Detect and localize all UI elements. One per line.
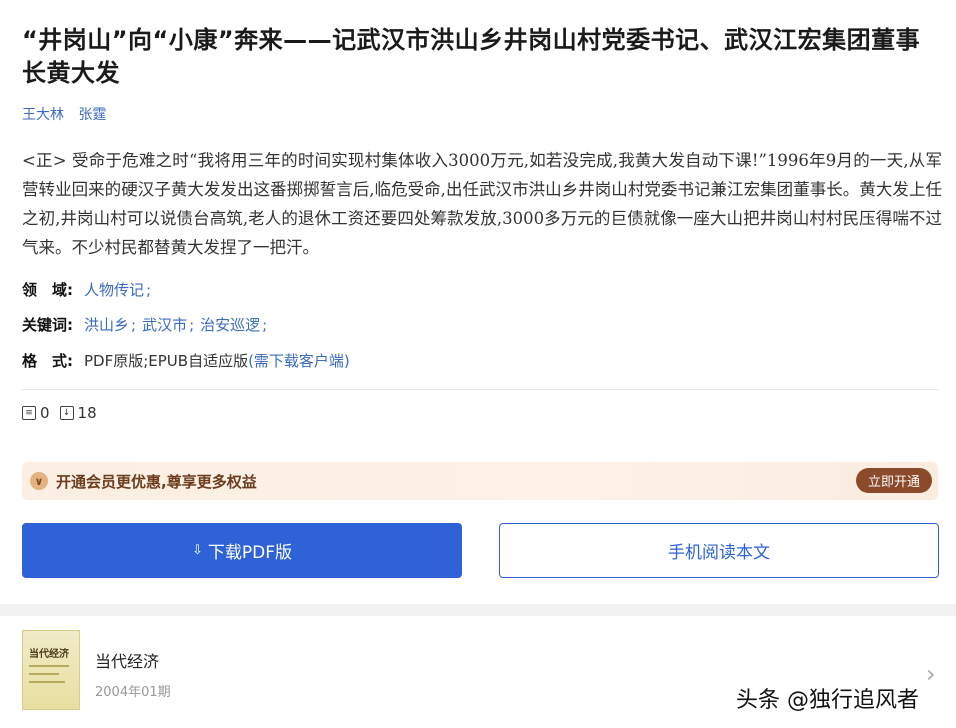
journal-cover-image[interactable]: 当代经济 xyxy=(22,630,80,710)
download-icon: ⇩ xyxy=(191,543,203,558)
divider xyxy=(22,389,938,390)
cover-decoration xyxy=(29,665,69,667)
download-pdf-label: 下载PDF版 xyxy=(207,543,293,563)
keywords-row: 关键词: 洪山乡; 武汉市; 治安巡逻; xyxy=(22,314,273,335)
domain-value-link[interactable]: 人物传记 xyxy=(84,279,144,300)
article-stats: ≡ 0 ↓ 18 xyxy=(22,404,107,422)
vip-promo-text: 开通会员更优惠,尊享更多权益 xyxy=(56,472,257,491)
journal-cover-title: 当代经济 xyxy=(29,649,69,660)
journal-issue: 2004年01期 xyxy=(95,685,171,700)
separator: ; xyxy=(146,280,152,299)
format-row: 格 式: PDF原版;EPUB自适应版 (需下载客户端) xyxy=(22,350,350,371)
client-download-link[interactable]: (需下载客户端) xyxy=(248,350,350,371)
cover-decoration xyxy=(29,673,59,675)
download-icon: ↓ xyxy=(59,406,74,420)
citation-icon: ≡ xyxy=(22,406,36,420)
keyword-link[interactable]: 武汉市 xyxy=(142,314,187,335)
separator: ; xyxy=(131,315,137,334)
keywords-label: 关键词: xyxy=(22,316,73,334)
separator: ; xyxy=(189,315,195,334)
section-separator xyxy=(0,604,956,616)
author-list: 王大林 张霆 xyxy=(22,104,116,124)
keyword-link[interactable]: 治安巡逻 xyxy=(200,314,260,335)
citation-stat: ≡ 0 xyxy=(22,404,50,422)
keyword-link[interactable]: 洪山乡 xyxy=(84,314,129,335)
format-label: 格 式: xyxy=(22,352,73,370)
article-abstract: <正> 受命于危难之时“我将用三年的时间实现村集体收入3000万元,如若没完成,… xyxy=(22,151,942,257)
domain-row: 领 域: 人物传记; xyxy=(22,279,157,300)
mobile-read-button[interactable]: 手机阅读本文 xyxy=(499,523,939,578)
domain-label: 领 域: xyxy=(22,281,73,299)
chevron-right-icon[interactable]: › xyxy=(926,660,936,688)
format-value: PDF原版;EPUB自适应版 xyxy=(84,352,249,370)
download-count: 18 xyxy=(77,404,97,422)
vip-chevron-icon: ∨ xyxy=(30,472,48,490)
author-link[interactable]: 王大林 xyxy=(22,107,64,123)
vip-open-button[interactable]: 立即开通 xyxy=(855,468,932,493)
cover-decoration xyxy=(29,681,65,683)
journal-name-link[interactable]: 当代经济 xyxy=(95,648,159,672)
article-title: “井岗山”向“小康”奔来——记武汉市洪山乡井岗山村党委书记、武汉江宏集团董事长黄… xyxy=(22,26,921,87)
download-stat: ↓ 18 xyxy=(59,404,97,422)
download-pdf-button[interactable]: ⇩ 下载PDF版 xyxy=(22,523,462,578)
vip-banner[interactable]: ∨ 开通会员更优惠,尊享更多权益 立即开通 xyxy=(22,462,938,500)
separator: ; xyxy=(262,315,268,334)
watermark: 头条 @独行追风者 xyxy=(736,688,919,713)
author-link[interactable]: 张霆 xyxy=(78,107,106,123)
citation-count: 0 xyxy=(40,404,50,422)
